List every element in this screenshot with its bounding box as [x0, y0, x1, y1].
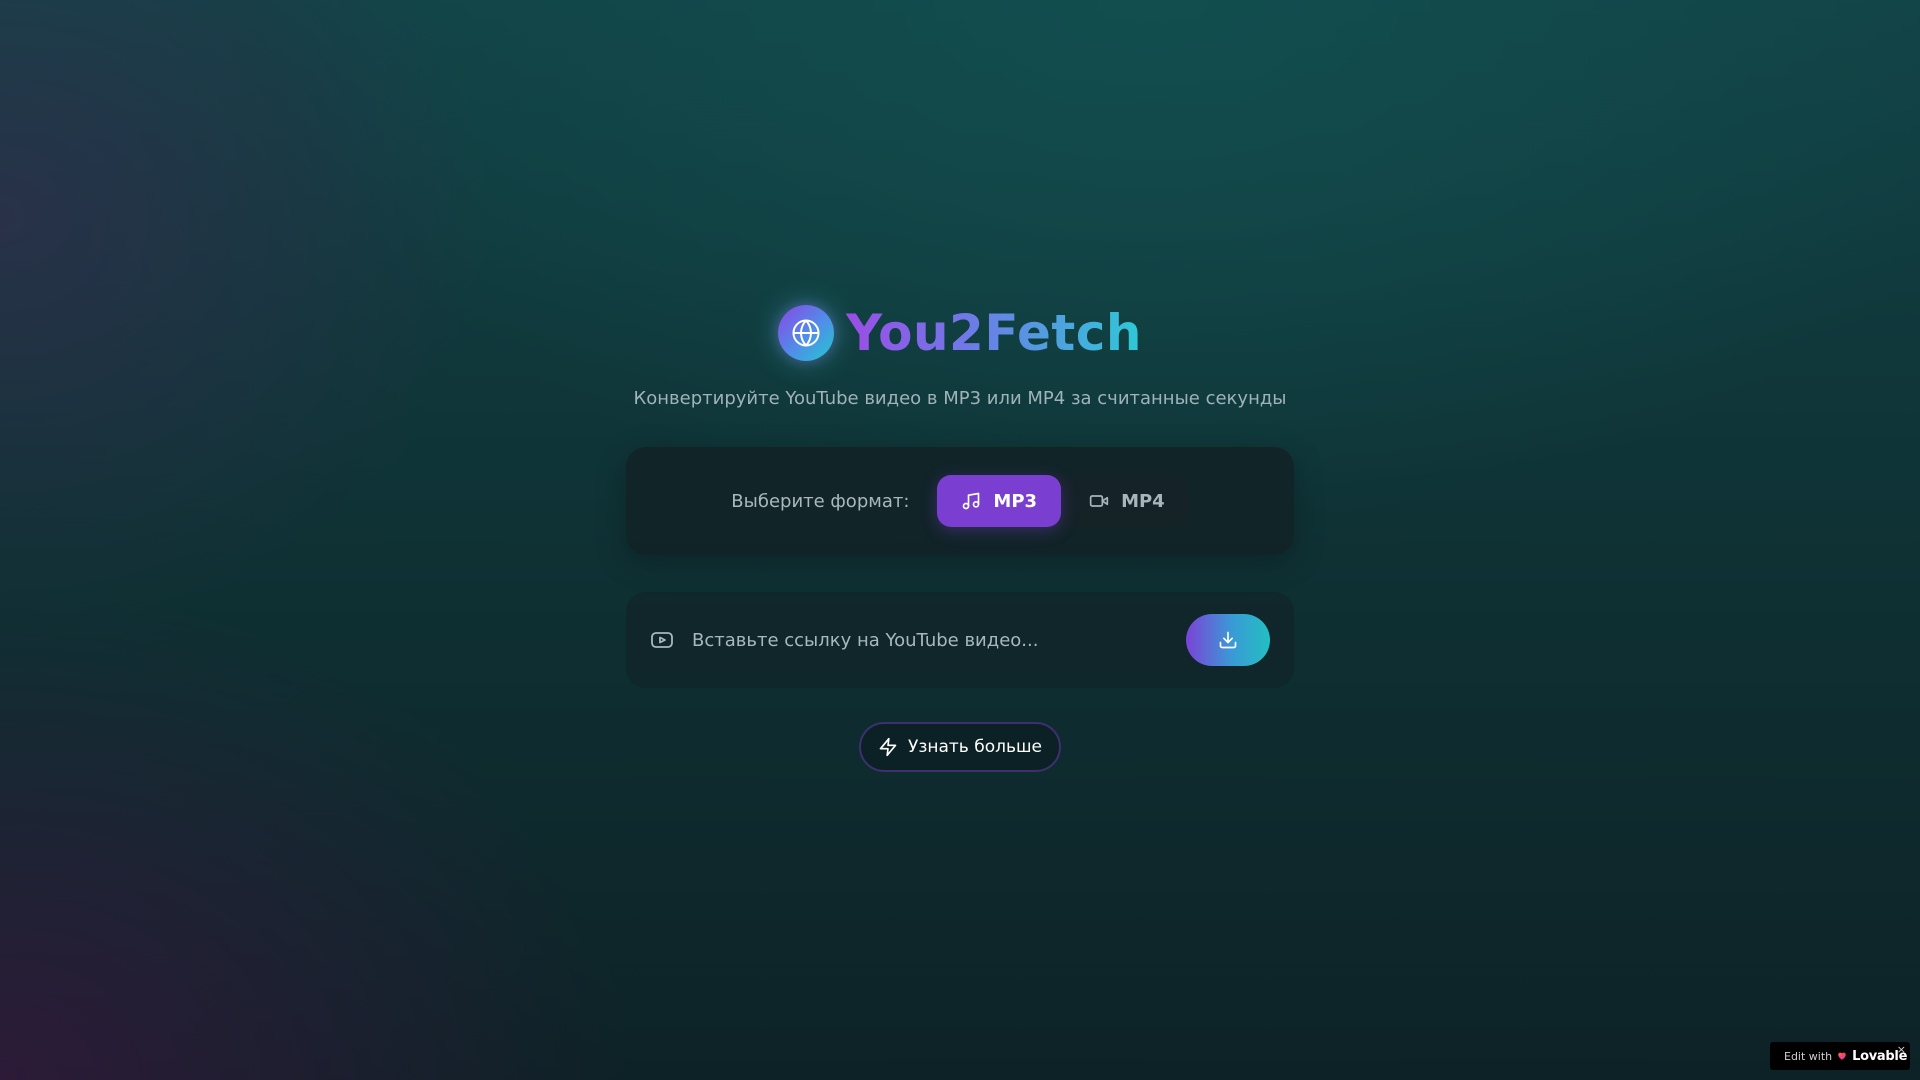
brand-header: You2Fetch — [0, 304, 1920, 362]
youtube-url-input[interactable] — [690, 619, 1186, 661]
format-selector-card: Выберите формат: MP3 MP4 — [626, 447, 1294, 555]
format-mp4-label: MP4 — [1121, 490, 1165, 512]
youtube-icon — [648, 626, 676, 654]
edit-with-lovable-badge[interactable]: Edit with Lovable × — [1770, 1042, 1910, 1070]
badge-close-icon[interactable]: × — [1897, 1043, 1906, 1056]
badge-edit-text: Edit with — [1784, 1049, 1833, 1063]
headphones-icon — [961, 491, 981, 511]
lightning-icon — [878, 737, 898, 757]
app-root: You2Fetch Конвертируйте YouTube видео в … — [0, 0, 1920, 1080]
page-subtitle: Конвертируйте YouTube видео в MP3 или MP… — [633, 388, 1287, 409]
download-button[interactable] — [1186, 614, 1270, 666]
heart-icon — [1837, 1051, 1847, 1061]
learn-more-button[interactable]: Узнать больше — [859, 722, 1061, 772]
format-toggle: MP3 MP4 — [937, 475, 1189, 527]
learn-more-label: Узнать больше — [907, 737, 1043, 757]
globe-icon — [777, 305, 834, 361]
download-icon — [1218, 630, 1238, 650]
app-title: You2Fetch — [845, 304, 1143, 362]
format-mp3-button[interactable]: MP3 — [937, 475, 1062, 527]
url-input-bar — [626, 592, 1294, 688]
video-camera-icon — [1089, 491, 1109, 511]
format-mp3-label: MP3 — [993, 490, 1038, 512]
format-label: Выберите формат: — [731, 490, 910, 512]
format-mp4-button[interactable]: MP4 — [1065, 475, 1189, 527]
